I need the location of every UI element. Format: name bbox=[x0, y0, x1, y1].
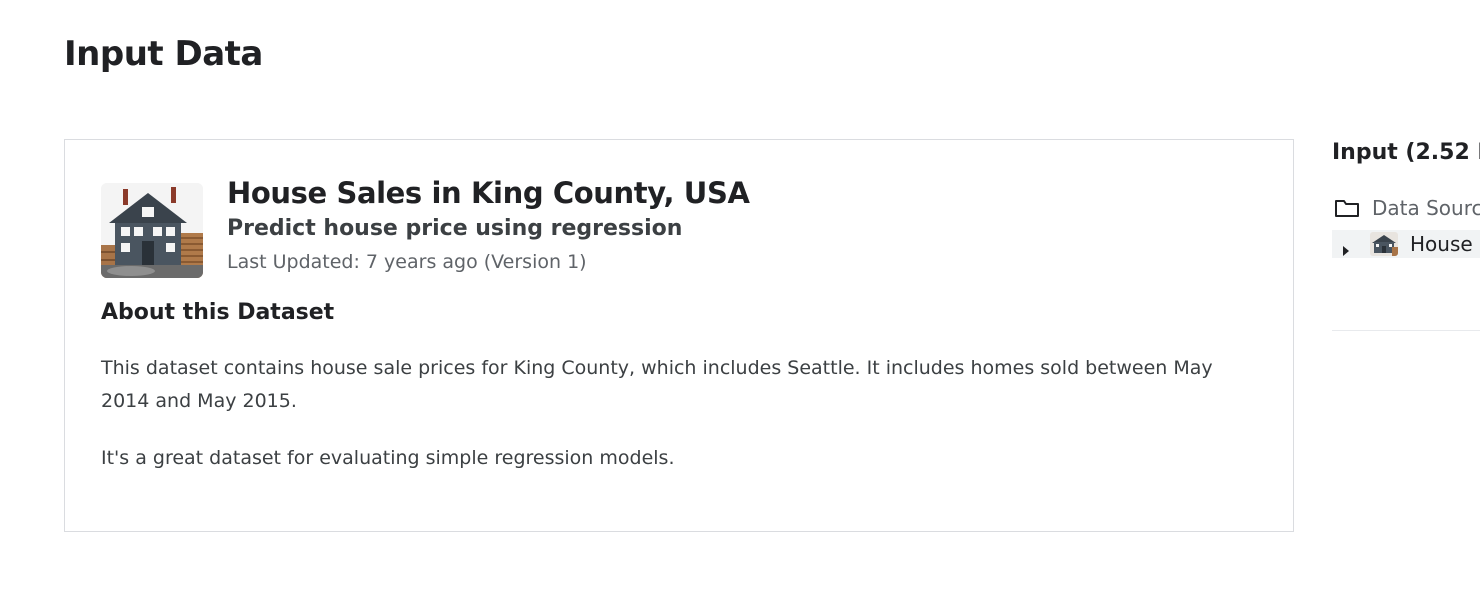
house-thumbnail-icon bbox=[1370, 232, 1398, 256]
dataset-thumbnail[interactable] bbox=[101, 183, 203, 278]
tree-item-label: House bbox=[1410, 232, 1473, 256]
about-body: This dataset contains house sale prices … bbox=[101, 352, 1231, 499]
page: Input Data House Sales in King County, U… bbox=[0, 0, 1480, 595]
caret-right-icon[interactable] bbox=[1340, 238, 1352, 256]
tree-item-data-sources[interactable]: Data Sourc bbox=[1332, 194, 1480, 222]
folder-icon bbox=[1334, 197, 1360, 219]
input-size-heading: Input (2.52 M bbox=[1332, 140, 1480, 165]
dataset-last-updated: Last Updated: 7 years ago (Version 1) bbox=[227, 251, 587, 273]
dataset-card: House Sales in King County, USA Predict … bbox=[64, 139, 1294, 532]
house-with-coins-image bbox=[101, 183, 203, 278]
about-heading: About this Dataset bbox=[101, 300, 335, 325]
dataset-subtitle: Predict house price using regression bbox=[227, 216, 683, 241]
tree-item-label: Data Sourc bbox=[1372, 196, 1480, 220]
tree-item-house-dataset[interactable]: House bbox=[1332, 230, 1480, 258]
page-title: Input Data bbox=[64, 34, 263, 74]
sidebar-divider bbox=[1332, 330, 1480, 331]
about-paragraph: This dataset contains house sale prices … bbox=[101, 357, 1213, 412]
about-paragraph: It's a great dataset for evaluating simp… bbox=[101, 447, 675, 469]
dataset-title[interactable]: House Sales in King County, USA bbox=[227, 176, 750, 210]
